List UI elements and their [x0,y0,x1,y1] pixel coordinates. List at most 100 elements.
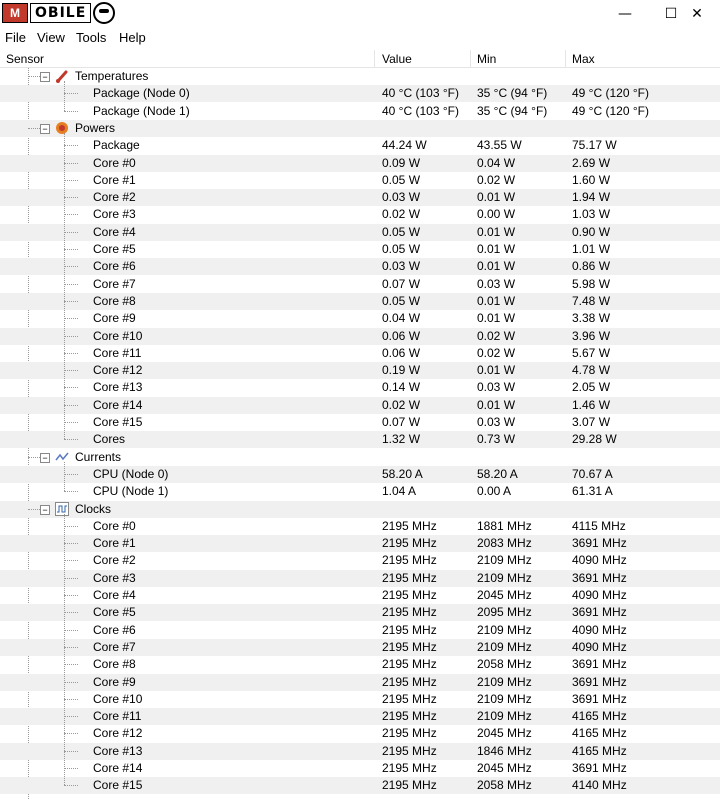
tree-connector [64,768,78,769]
group-row-currents[interactable]: − Currents [0,449,720,466]
sensor-row[interactable]: Core #4 0.05 W 0.01 W 0.90 W [0,224,720,241]
group-label: Currents [75,450,122,464]
sensor-label: Core #8 [93,657,136,671]
sensor-max: 4165 MHz [572,744,627,758]
sensor-label: Core #6 [93,259,136,273]
minimize-button[interactable]: — [602,0,648,28]
sensor-value: 0.03 W [382,259,421,273]
sensor-row[interactable]: Core #9 2195 MHz 2109 MHz 3691 MHz [0,674,720,691]
sensor-row[interactable]: CPU (Node 0) 58.20 A 58.20 A 70.67 A [0,466,720,483]
sensor-row[interactable]: Core #3 0.02 W 0.00 W 1.03 W [0,206,720,223]
tree-connector [64,180,78,181]
menu-tools[interactable]: Tools [76,30,106,45]
group-row-temperatures[interactable]: − Temperatures [0,68,720,85]
collapse-toggle-icon[interactable]: − [40,505,50,515]
column-divider[interactable] [470,50,471,67]
column-divider[interactable] [374,50,375,67]
sensor-max: 3691 MHz [572,761,627,775]
sensor-row[interactable]: Core #13 0.14 W 0.03 W 2.05 W [0,379,720,396]
sensor-min: 35 °C (94 °F) [477,104,548,118]
collapse-toggle-icon[interactable]: − [40,72,50,82]
sensor-label: Core #13 [93,744,143,758]
sensor-row[interactable]: Core #7 2195 MHz 2109 MHz 4090 MHz [0,639,720,656]
sensor-row[interactable]: Core #6 0.03 W 0.01 W 0.86 W [0,258,720,275]
sensor-min: 1846 MHz [477,744,532,758]
sensor-row[interactable]: Core #10 0.06 W 0.02 W 3.96 W [0,328,720,345]
column-divider[interactable] [565,50,566,67]
sensor-value: 2195 MHz [382,519,437,533]
tree-connector [64,422,78,423]
sensor-row[interactable]: Core #15 0.07 W 0.03 W 3.07 W [0,414,720,431]
sensor-min: 0.03 W [477,415,516,429]
sensor-row[interactable]: Core #8 2195 MHz 2058 MHz 3691 MHz [0,656,720,673]
sensor-max: 1.46 W [572,398,611,412]
sensor-row[interactable]: Core #11 2195 MHz 2109 MHz 4165 MHz [0,708,720,725]
sensor-row[interactable]: Core #2 0.03 W 0.01 W 1.94 W [0,189,720,206]
group-row-clocks[interactable]: − Clocks [0,501,720,518]
sensor-max: 5.67 W [572,346,611,360]
column-value[interactable]: Value [382,52,412,66]
logo-wordmark: OBILE [30,3,92,23]
sensor-row[interactable]: Core #5 0.05 W 0.01 W 1.01 W [0,241,720,258]
sensor-label: Cores [93,432,126,446]
column-max[interactable]: Max [572,52,595,66]
sensor-row[interactable]: Core #15 2195 MHz 2058 MHz 4140 MHz [0,777,720,794]
tree-connector [64,578,78,579]
sensor-row[interactable]: Core #0 0.09 W 0.04 W 2.69 W [0,155,720,172]
group-row-powers[interactable]: − Powers [0,120,720,137]
sensor-row[interactable]: Core #8 0.05 W 0.01 W 7.48 W [0,293,720,310]
sensor-min: 0.01 W [477,311,516,325]
tree-connector [64,699,78,700]
sensor-min: 2045 MHz [477,726,532,740]
close-button[interactable]: ✕ [674,0,720,28]
sensor-value: 40 °C (103 °F) [382,86,459,100]
tree-connector [64,353,78,354]
sensor-max: 1.60 W [572,173,611,187]
sensor-label: Core #10 [93,692,143,706]
tree-connector [64,751,78,752]
column-sensor[interactable]: Sensor [6,52,44,66]
sensor-row[interactable]: Core #13 2195 MHz 1846 MHz 4165 MHz [0,743,720,760]
sensor-value: 2195 MHz [382,657,437,671]
sensor-row[interactable]: Core #2 2195 MHz 2109 MHz 4090 MHz [0,552,720,569]
sensor-label: Core #11 [93,709,142,723]
column-min[interactable]: Min [477,52,496,66]
sensor-row[interactable]: Core #0 2195 MHz 1881 MHz 4115 MHz [0,518,720,535]
sensor-value: 0.19 W [382,363,421,377]
sensor-value: 2195 MHz [382,571,437,585]
collapse-toggle-icon[interactable]: − [40,124,50,134]
clock-wave-icon [55,502,69,516]
menu-bar: File View Tools Help [0,28,720,48]
sensor-row[interactable]: Core #3 2195 MHz 2109 MHz 3691 MHz [0,570,720,587]
sensor-row[interactable]: Core #10 2195 MHz 2109 MHz 3691 MHz [0,691,720,708]
sensor-row[interactable]: Core #5 2195 MHz 2095 MHz 3691 MHz [0,604,720,621]
sensor-tree[interactable]: − Temperatures Package (Node 0) 40 °C (103 … [0,68,720,799]
sensor-row[interactable]: Core #1 0.05 W 0.02 W 1.60 W [0,172,720,189]
sensor-row[interactable]: Package (Node 1) 40 °C (103 °F) 35 °C (94 … [0,103,720,120]
sensor-row[interactable]: Core #14 2195 MHz 2045 MHz 3691 MHz [0,760,720,777]
sensor-value: 0.05 W [382,225,421,239]
sensor-value: 2195 MHz [382,588,437,602]
sensor-row[interactable]: Core #14 0.02 W 0.01 W 1.46 W [0,397,720,414]
collapse-toggle-icon[interactable]: − [40,453,50,463]
sensor-row[interactable]: Core #12 2195 MHz 2045 MHz 4165 MHz [0,725,720,742]
menu-file[interactable]: File [5,30,26,45]
sensor-row[interactable]: Package (Node 0) 40 °C (103 °F) 35 °C (94 … [0,85,720,102]
sensor-row[interactable]: Core #4 2195 MHz 2045 MHz 4090 MHz [0,587,720,604]
sensor-row[interactable]: Package 44.24 W 43.55 W 75.17 W [0,137,720,154]
menu-help[interactable]: Help [119,30,146,45]
sensor-min: 0.01 W [477,225,516,239]
sensor-row[interactable]: Core #12 0.19 W 0.01 W 4.78 W [0,362,720,379]
sensor-value: 0.14 W [382,380,421,394]
sensor-row[interactable]: Core #9 0.04 W 0.01 W 3.38 W [0,310,720,327]
sensor-max: 0.90 W [572,225,611,239]
sensor-row[interactable]: Core #7 0.07 W 0.03 W 5.98 W [0,276,720,293]
menu-view[interactable]: View [37,30,65,45]
sensor-row[interactable]: CPU (Node 1) 1.04 A 0.00 A 61.31 A [0,483,720,500]
sensor-row[interactable]: Cores 1.32 W 0.73 W 29.28 W [0,431,720,448]
sensor-max: 3691 MHz [572,675,627,689]
sensor-row[interactable]: Core #6 2195 MHz 2109 MHz 4090 MHz [0,622,720,639]
sensor-row[interactable]: Core #1 2195 MHz 2083 MHz 3691 MHz [0,535,720,552]
sensor-row[interactable]: Core #11 0.06 W 0.02 W 5.67 W [0,345,720,362]
tree-connector [64,716,78,717]
